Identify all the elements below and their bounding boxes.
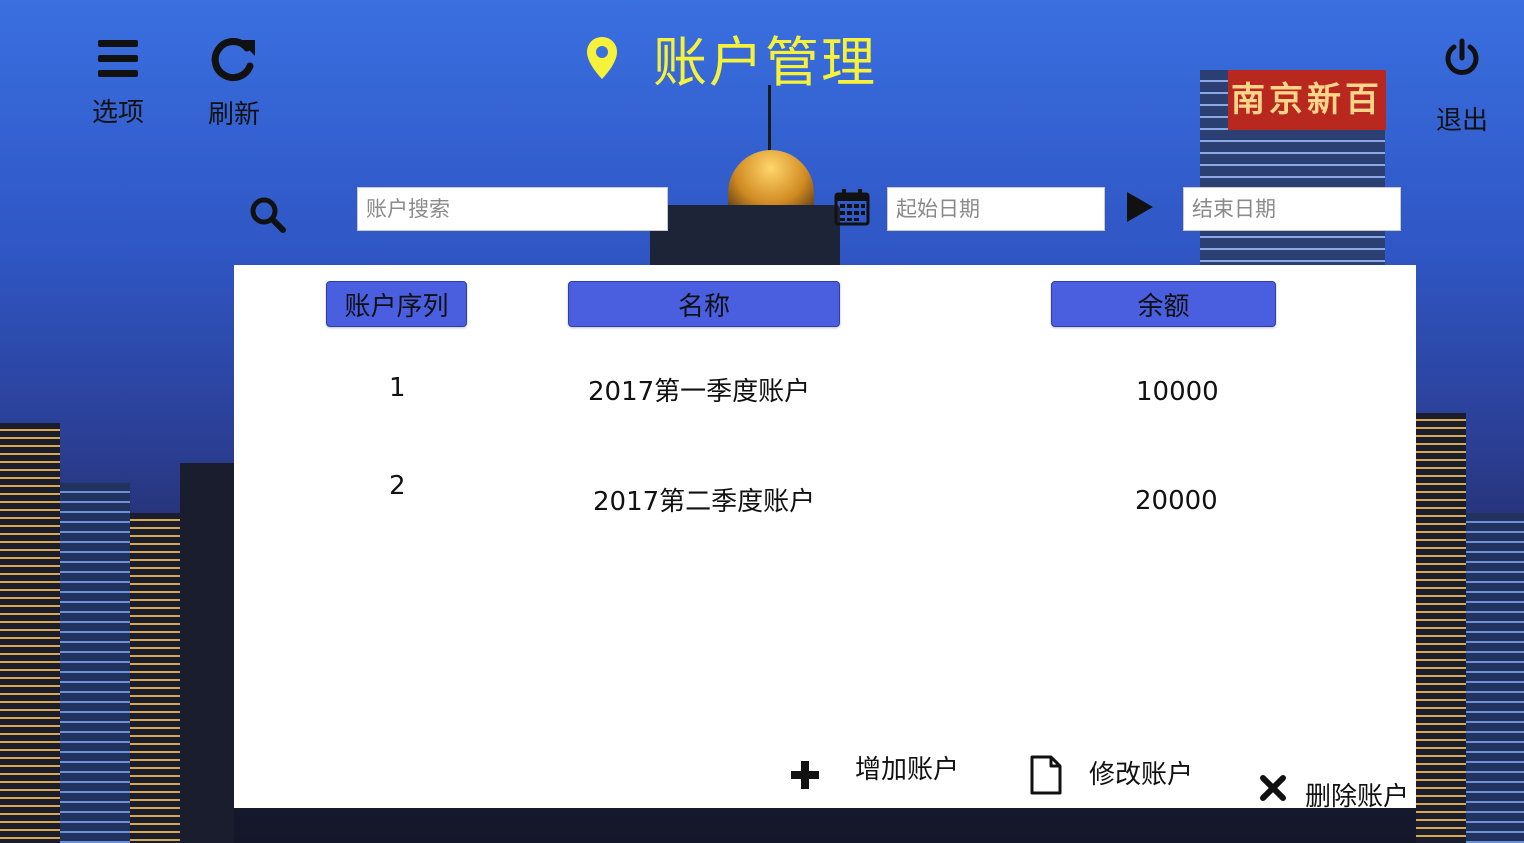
plus-icon	[791, 761, 819, 789]
account-search-input[interactable]	[357, 187, 668, 231]
menu-icon	[98, 40, 138, 77]
add-account-label: 增加账户	[855, 754, 960, 785]
row-balance: 20000	[1135, 486, 1218, 516]
refresh-label: 刷新	[208, 100, 261, 130]
delete-account-button[interactable]: 删除账户	[1259, 762, 1409, 813]
add-account-button[interactable]: 增加账户	[789, 755, 959, 791]
menu-label: 选项	[92, 98, 145, 128]
row-name: 2017第一季度账户	[588, 377, 811, 407]
refresh-button[interactable]: 刷新	[208, 36, 260, 131]
logout-button[interactable]: 退出	[1436, 38, 1488, 137]
location-icon	[587, 36, 617, 79]
column-header-name[interactable]: 名称	[568, 281, 840, 327]
close-icon	[1260, 774, 1286, 801]
column-header-balance[interactable]: 余额	[1051, 281, 1276, 327]
accounts-panel: 账户序列 名称 余额 1 2017第一季度账户 10000 2 2017第二季度…	[234, 265, 1416, 812]
row-sequence: 2	[389, 471, 406, 501]
menu-button[interactable]: 选项	[92, 38, 144, 129]
row-sequence: 1	[389, 373, 406, 403]
row-balance: 10000	[1136, 377, 1219, 407]
delete-account-label: 删除账户	[1305, 782, 1410, 812]
search-icon[interactable]	[249, 196, 287, 234]
start-date-input[interactable]	[887, 187, 1105, 231]
end-date-input[interactable]	[1183, 187, 1401, 231]
power-icon	[1445, 38, 1479, 75]
play-arrow-icon	[1127, 192, 1153, 222]
row-name: 2017第二季度账户	[593, 487, 816, 517]
column-header-sequence[interactable]: 账户序列	[326, 281, 467, 327]
neon-sign: 南京新百	[1228, 70, 1386, 130]
page-title: 账户管理	[653, 31, 877, 94]
edit-account-label: 修改账户	[1089, 759, 1194, 790]
logout-label: 退出	[1436, 106, 1489, 136]
edit-account-button[interactable]: 修改账户	[1029, 755, 1193, 795]
document-icon	[1030, 755, 1062, 795]
refresh-icon	[211, 38, 255, 82]
calendar-icon[interactable]	[834, 188, 870, 226]
page-header: 账户管理	[585, 18, 877, 97]
